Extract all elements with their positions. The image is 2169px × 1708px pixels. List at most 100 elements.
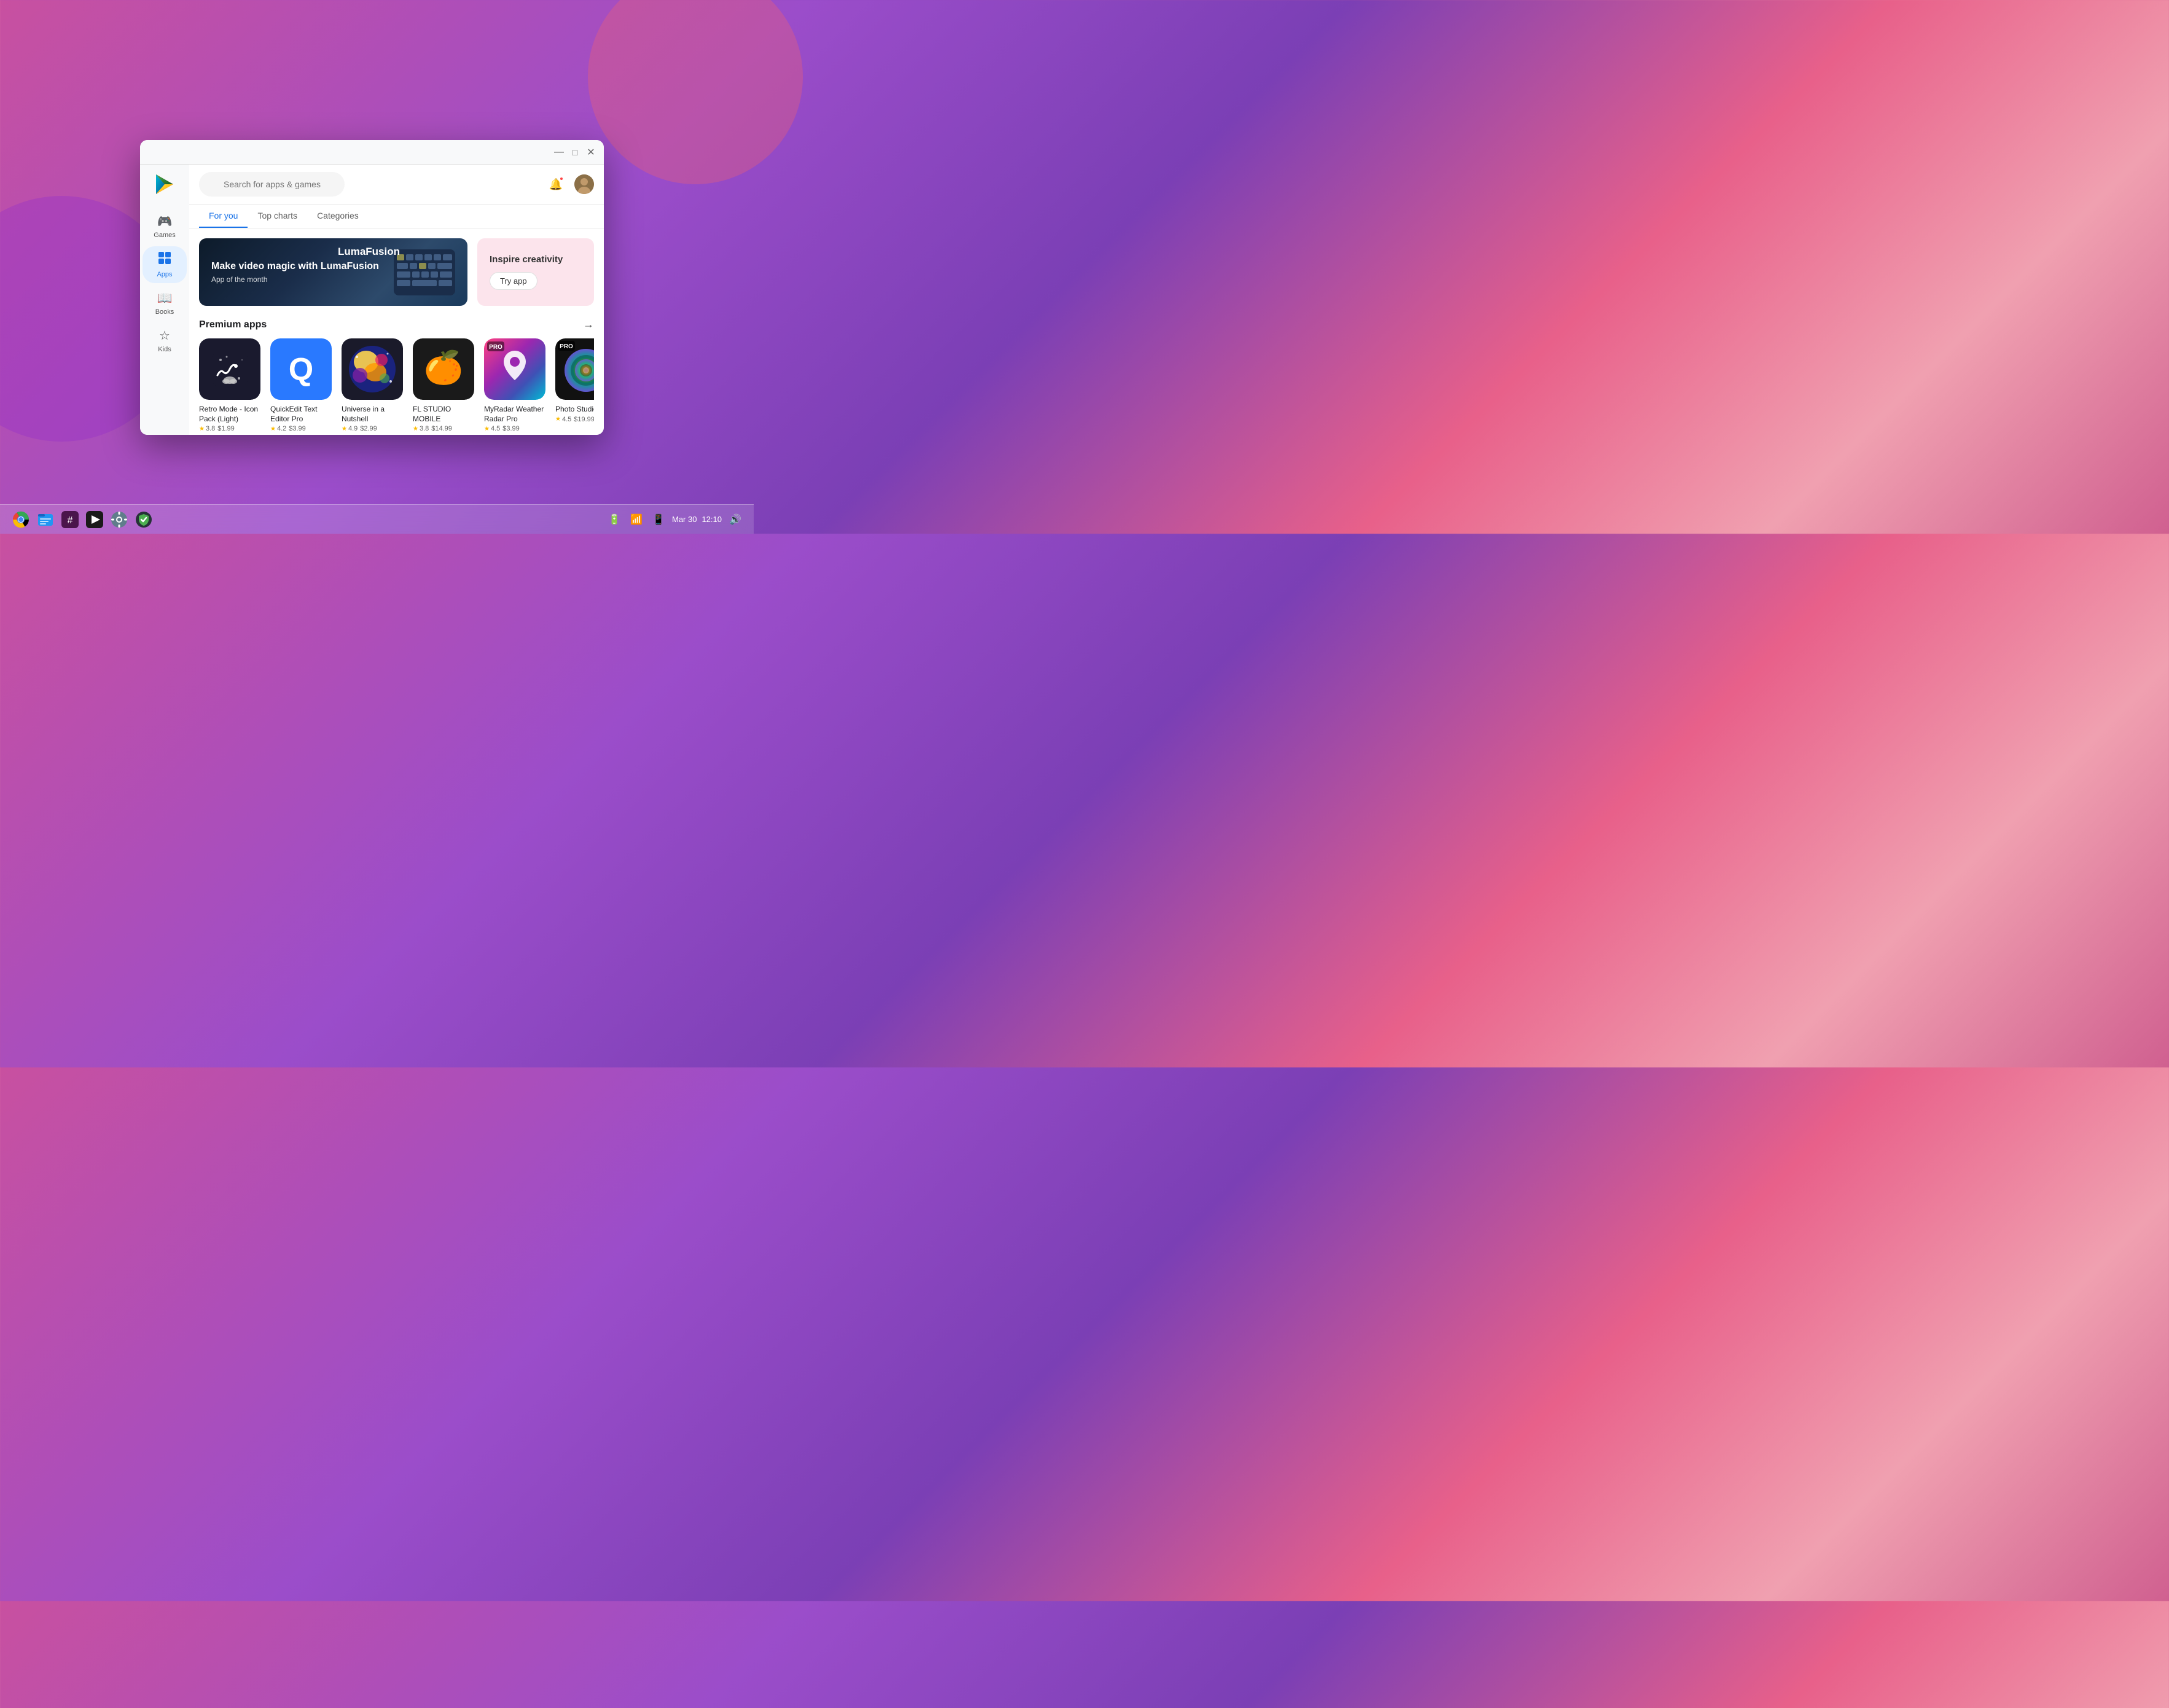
- minimize-button[interactable]: —: [553, 147, 565, 158]
- window-controls: — □ ✕: [553, 147, 596, 158]
- app-rating-photostudio: ★ 4.5 $19.99: [555, 416, 594, 423]
- taskbar-phone-icon: 📱: [650, 511, 667, 528]
- featured-badge: App of the month: [211, 275, 379, 284]
- main-content: 🔍 🔔: [189, 165, 604, 435]
- taskbar-volume-icon: 🔊: [727, 511, 744, 528]
- taskbar-date: Mar 30: [672, 515, 697, 524]
- app-card-myradar[interactable]: PRO MyRadar Weather Radar Pro ★ 4.5: [484, 338, 545, 432]
- premium-section-title: Premium apps: [199, 319, 267, 330]
- games-label: Games: [154, 232, 175, 239]
- sidebar-item-games[interactable]: 🎮 Games: [143, 209, 187, 244]
- app-card-flstudio[interactable]: 🍊 FL STUDIO MOBILE ★ 3.8 $14.99: [413, 338, 474, 432]
- featured-banner[interactable]: Make video magic with LumaFusion App of …: [199, 238, 467, 306]
- books-icon: 📖: [157, 291, 173, 306]
- sidebar-item-books[interactable]: 📖 Books: [143, 286, 187, 321]
- notification-button[interactable]: 🔔: [545, 173, 567, 195]
- taskbar-files-icon[interactable]: [34, 509, 57, 531]
- taskbar-left: #: [10, 509, 155, 531]
- star-icon: ★: [413, 426, 418, 432]
- window-content: 🎮 Games Apps 📖 Books: [140, 165, 604, 435]
- play-store-window: — □ ✕: [140, 140, 604, 435]
- app-name-retro: Retro Mode - Icon Pack (Light): [199, 405, 260, 424]
- star-icon: ★: [484, 426, 490, 432]
- header: 🔍 🔔: [189, 165, 604, 205]
- tab-categories[interactable]: Categories: [307, 205, 369, 228]
- featured-section: Make video magic with LumaFusion App of …: [199, 238, 594, 306]
- universe-svg: [342, 338, 403, 400]
- lumafusion-logo-text: LumaFusion: [338, 246, 400, 258]
- featured-image: [394, 248, 455, 297]
- games-icon: 🎮: [157, 214, 173, 229]
- app-name-universe: Universe in a Nutshell: [342, 405, 403, 424]
- search-input[interactable]: [199, 172, 345, 197]
- maximize-button[interactable]: □: [569, 147, 580, 158]
- app-rating-flstudio: ★ 3.8 $14.99: [413, 425, 452, 432]
- app-card-universe[interactable]: Universe in a Nutshell ★ 4.9 $2.99: [342, 338, 403, 432]
- app-rating-universe: ★ 4.9 $2.99: [342, 425, 377, 432]
- taskbar-settings-icon[interactable]: [108, 509, 130, 531]
- apps-label: Apps: [157, 271, 172, 278]
- taskbar-right: 🔋 📶 📱 Mar 30 12:10 🔊: [606, 511, 744, 528]
- tabs: For you Top charts Categories: [189, 205, 604, 228]
- try-app-button[interactable]: Try app: [490, 272, 537, 290]
- inspire-card: Inspire creativity Try app: [477, 238, 594, 306]
- app-card-quickedit[interactable]: Q QuickEdit Text Editor Pro ★ 4.2 $3.99: [270, 338, 332, 432]
- taskbar-chrome-icon[interactable]: [10, 509, 32, 531]
- title-bar: — □ ✕: [140, 140, 604, 165]
- taskbar-slack-icon[interactable]: #: [59, 509, 81, 531]
- svg-text:Q: Q: [289, 352, 313, 388]
- tab-for-you[interactable]: For you: [199, 205, 248, 228]
- notification-dot: [559, 176, 564, 181]
- app-name-quickedit: QuickEdit Text Editor Pro: [270, 405, 332, 424]
- app-name-photostudio: Photo Studio PRO: [555, 405, 594, 415]
- taskbar-play-icon[interactable]: [84, 509, 106, 531]
- star-icon: ★: [555, 416, 561, 423]
- keyboard-svg: [394, 249, 455, 295]
- app-name-myradar: MyRadar Weather Radar Pro: [484, 405, 545, 424]
- books-label: Books: [155, 308, 174, 316]
- apps-icon: [158, 251, 171, 268]
- inspire-title: Inspire creativity: [490, 254, 563, 265]
- svg-text:PRO: PRO: [489, 344, 502, 351]
- app-icon-retro: [199, 338, 260, 400]
- header-right: 🔔: [545, 173, 594, 195]
- svg-text:🍊: 🍊: [424, 349, 465, 386]
- apps-grid: Retro Mode - Icon Pack (Light) ★ 3.8 $1.…: [199, 338, 594, 432]
- star-icon: ★: [342, 426, 347, 432]
- avatar[interactable]: [574, 174, 594, 194]
- svg-text:PRO: PRO: [560, 343, 573, 350]
- myradar-svg: PRO: [484, 338, 545, 400]
- app-rating-retro: ★ 3.8 $1.99: [199, 425, 235, 432]
- taskbar-battery-icon: 🔋: [606, 511, 623, 528]
- bg-decoration-1: [588, 0, 803, 184]
- see-more-button[interactable]: →: [583, 318, 594, 331]
- content-area: Make video magic with LumaFusion App of …: [189, 228, 604, 435]
- photostudio-svg: PRO: [555, 338, 594, 400]
- star-icon: ★: [199, 426, 205, 432]
- taskbar-wifi-icon: 📶: [628, 511, 645, 528]
- app-rating-myradar: ★ 4.5 $3.99: [484, 425, 520, 432]
- taskbar-shield-icon[interactable]: [133, 509, 155, 531]
- tab-top-charts[interactable]: Top charts: [248, 205, 307, 228]
- close-button[interactable]: ✕: [585, 147, 596, 158]
- app-icon-flstudio: 🍊: [413, 338, 474, 400]
- sidebar-item-apps[interactable]: Apps: [143, 246, 187, 283]
- sidebar: 🎮 Games Apps 📖 Books: [140, 165, 189, 435]
- kids-icon: ☆: [159, 328, 170, 343]
- app-card-photostudio[interactable]: PRO Photo Studio PRO: [555, 338, 594, 432]
- featured-text: Make video magic with LumaFusion App of …: [211, 260, 379, 284]
- app-icon-universe: [342, 338, 403, 400]
- sidebar-item-kids[interactable]: ☆ Kids: [143, 323, 187, 358]
- premium-apps-section: Premium apps →: [199, 318, 594, 432]
- app-rating-quickedit: ★ 4.2 $3.99: [270, 425, 306, 432]
- taskbar: #: [0, 504, 754, 534]
- flstudio-svg: 🍊: [413, 338, 474, 400]
- app-icon-photostudio: PRO: [555, 338, 594, 400]
- app-card-retro[interactable]: Retro Mode - Icon Pack (Light) ★ 3.8 $1.…: [199, 338, 260, 432]
- section-header: Premium apps →: [199, 318, 594, 331]
- featured-headline: Make video magic with LumaFusion: [211, 260, 379, 273]
- star-icon: ★: [270, 426, 276, 432]
- play-store-logo: [152, 172, 177, 197]
- quickedit-svg: Q: [270, 338, 332, 400]
- search-wrapper: 🔍: [199, 172, 535, 197]
